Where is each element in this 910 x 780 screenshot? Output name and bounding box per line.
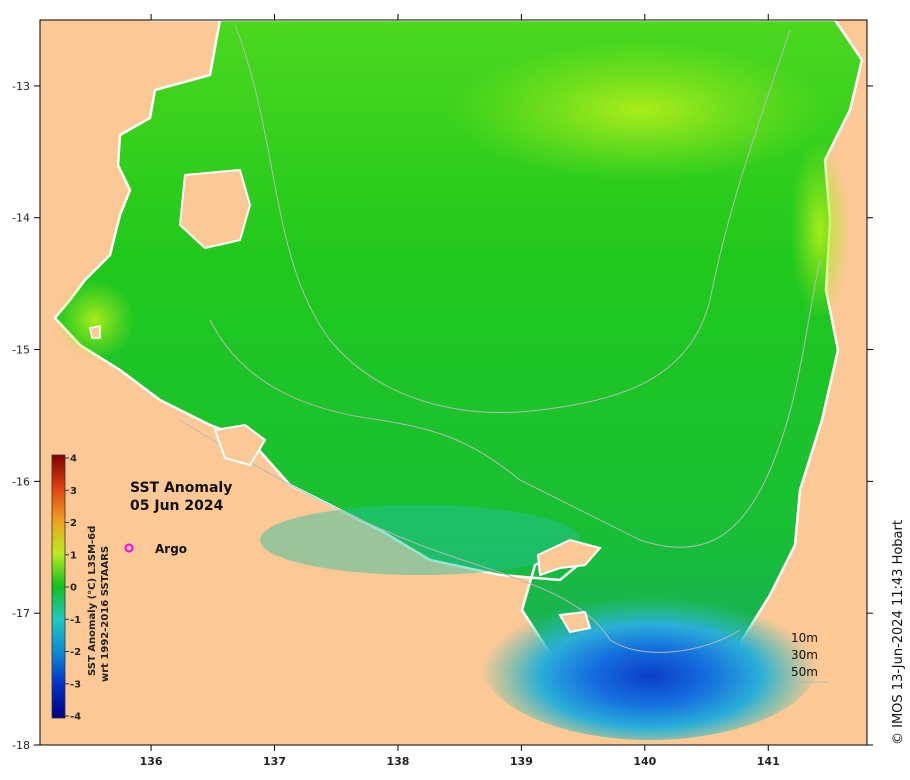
x-tick-label: 137 (263, 755, 286, 768)
y-tick-label: -15 (12, 344, 30, 357)
x-tick-label: 139 (510, 755, 533, 768)
y-tick-label: -18 (12, 739, 30, 752)
colorbar-tick-label: -1 (70, 615, 81, 626)
contour-label-50m: 50m (791, 665, 818, 679)
y-tick-label: -16 (12, 475, 30, 488)
warm-anomaly-patch (55, 280, 135, 360)
cool-anomaly-band (260, 505, 580, 575)
colorbar-tick-label: -2 (70, 647, 81, 658)
y-tick-label: -14 (12, 212, 30, 225)
y-tick-label: -17 (12, 607, 30, 620)
y-tick-label: -13 (12, 80, 30, 93)
colorbar-tick-label: -4 (70, 712, 81, 723)
colorbar-tick-label: 1 (70, 550, 77, 561)
cold-anomaly-region (480, 580, 820, 740)
island (89, 325, 101, 339)
contour-label-30m: 30m (791, 648, 818, 662)
x-tick-label: 140 (633, 755, 656, 768)
sst-anomaly-map: 136 137 138 139 140 141 -13-14-15-16-17-18 -4… (12, 14, 906, 768)
colorbar-tick-label: 3 (70, 486, 77, 497)
imos-credit: © IMOS 13-Jun-2024 11:43 Hobart (891, 520, 906, 745)
x-tick-label: 141 (757, 755, 780, 768)
colorbar-label: SST Anomaly (°C) L3SM-6d (87, 526, 98, 676)
map-title: SST Anomaly (130, 480, 232, 496)
warm-anomaly-patch (450, 40, 830, 180)
warm-anomaly-patch (790, 140, 850, 320)
argo-legend-label: Argo (155, 542, 187, 556)
contour-label-10m: 10m (791, 631, 818, 645)
colorbar-tick-label: 0 (70, 583, 77, 594)
colorbar-tick-label: 2 (70, 518, 77, 529)
colorbar-tick-label: -3 (70, 679, 81, 690)
colorbar-label-line2: wrt 1992-2016 SSTAARS (100, 546, 111, 682)
map-date: 05 Jun 2024 (130, 498, 224, 514)
x-tick-label: 138 (386, 755, 409, 768)
x-tick-label: 136 (140, 755, 163, 768)
colorbar-gradient (51, 454, 66, 719)
colorbar-tick-label: 4 (70, 454, 77, 465)
